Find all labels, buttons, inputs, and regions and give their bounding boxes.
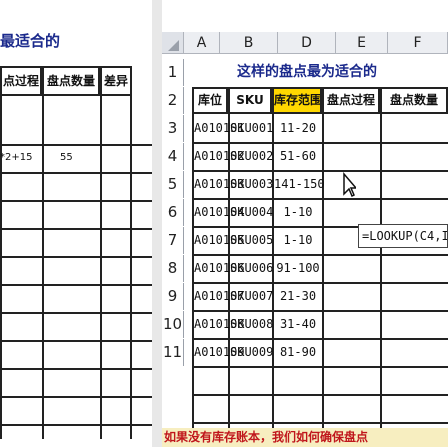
cell-sku[interactable]: SKU008 [230, 311, 273, 338]
row-header[interactable]: 7 [162, 227, 184, 254]
sheet-title[interactable]: 这样的盘点最为适合的 [232, 59, 382, 85]
right-sheet-panel: A B D E F 1 2 3 4 5 6 7 8 9 10 11 这样的盘点最… [162, 0, 448, 447]
table-header-sku[interactable]: SKU [228, 87, 272, 114]
left-cell-formula[interactable]: *2+15 [0, 152, 40, 166]
row-header[interactable]: 4 [162, 143, 184, 170]
table-grid-line [322, 114, 324, 428]
left-header-process[interactable]: 点过程 [0, 66, 42, 96]
row-header[interactable]: 10 [162, 311, 184, 338]
cell-location[interactable]: A010101 [194, 115, 245, 142]
left-grid-line [0, 312, 152, 314]
caption-banner: 如果没有库存账本，我们如何确保盘点 [162, 428, 448, 447]
cell-location[interactable]: A010108 [194, 311, 245, 338]
left-grid-line [0, 228, 152, 230]
cell-location[interactable]: A010106 [194, 255, 245, 282]
column-header-e[interactable]: E [336, 32, 388, 54]
cell-location[interactable]: A010107 [194, 283, 245, 310]
table-header-location[interactable]: 库位 [192, 87, 228, 114]
row-header[interactable]: 5 [162, 171, 184, 198]
formula-tooltip: =LOOKUP(C4,I$ [358, 224, 448, 248]
left-grid-line [0, 284, 152, 286]
left-cell-count[interactable]: 55 [60, 152, 84, 166]
panel-divider [152, 0, 162, 447]
row-header[interactable]: 2 [162, 87, 184, 114]
table-header-count[interactable]: 盘点数量 [380, 87, 448, 114]
cell-range[interactable]: 31-40 [274, 311, 322, 338]
cell-sku[interactable]: SKU003 [230, 171, 273, 198]
left-sheet-title: 最适合的 [0, 32, 61, 50]
left-grid-line [42, 96, 44, 439]
row-header[interactable]: 11 [162, 339, 184, 366]
column-header-a[interactable]: A [184, 32, 220, 54]
cell-location[interactable]: A010104 [194, 199, 245, 226]
table-grid-line [192, 394, 448, 396]
row-header[interactable]: 8 [162, 255, 184, 282]
cursor-arrow-icon [343, 172, 356, 198]
table-grid-line [192, 422, 448, 424]
cell-sku[interactable]: SKU004 [230, 199, 273, 226]
column-header-f[interactable]: F [388, 32, 448, 54]
table-grid-line [380, 114, 382, 428]
cell-location[interactable]: A010103 [194, 171, 245, 198]
left-grid-line [100, 96, 102, 439]
left-grid-line [0, 256, 152, 258]
cell-range[interactable]: 81-90 [274, 339, 322, 366]
table-header-process[interactable]: 盘点过程 [322, 87, 380, 114]
column-header-d[interactable]: D [278, 32, 336, 54]
row-header[interactable]: 3 [162, 115, 184, 142]
cell-range[interactable]: 1-10 [274, 199, 322, 226]
cell-location[interactable]: A010105 [194, 227, 245, 254]
cell-location[interactable]: A010109 [194, 339, 245, 366]
cell-range[interactable]: 51-60 [274, 143, 322, 170]
cell-sku[interactable]: SKU007 [230, 283, 273, 310]
cell-range[interactable]: 1-10 [274, 227, 322, 254]
left-grid-line [0, 144, 152, 146]
left-header-diff[interactable]: 差异 [100, 66, 132, 96]
left-grid-line [130, 96, 132, 439]
table-header-stock-range[interactable]: 库存范围 [272, 87, 322, 114]
cell-sku[interactable]: SKU002 [230, 143, 273, 170]
cell-sku[interactable]: SKU009 [230, 339, 273, 366]
cell-range[interactable]: 21-30 [274, 283, 322, 310]
left-grid-line [0, 172, 152, 174]
left-grid-line [0, 424, 152, 426]
row-header[interactable]: 9 [162, 283, 184, 310]
row-header[interactable]: 1 [162, 59, 184, 86]
cell-sku[interactable]: SKU001 [230, 115, 273, 142]
row-header[interactable]: 6 [162, 199, 184, 226]
left-grid-line [0, 340, 152, 342]
cell-sku[interactable]: SKU006 [230, 255, 273, 282]
left-grid-line [0, 396, 152, 398]
cell-range[interactable]: 91-100 [274, 255, 322, 282]
left-sheet-panel: 最适合的 点过程 盘点数量 差异 *2+15 55 [0, 0, 152, 447]
cell-range[interactable]: 11-20 [274, 115, 322, 142]
table-grid-line [192, 366, 448, 368]
left-grid-line [0, 96, 2, 439]
cell-range[interactable]: 141-150 [274, 171, 325, 198]
left-header-count[interactable]: 盘点数量 [42, 66, 100, 96]
left-grid-line [0, 200, 152, 202]
column-header-b[interactable]: B [220, 32, 278, 54]
cell-location[interactable]: A010102 [194, 143, 245, 170]
left-grid-line [0, 368, 152, 370]
select-all-triangle-icon [168, 40, 179, 51]
cell-sku[interactable]: SKU005 [230, 227, 273, 254]
